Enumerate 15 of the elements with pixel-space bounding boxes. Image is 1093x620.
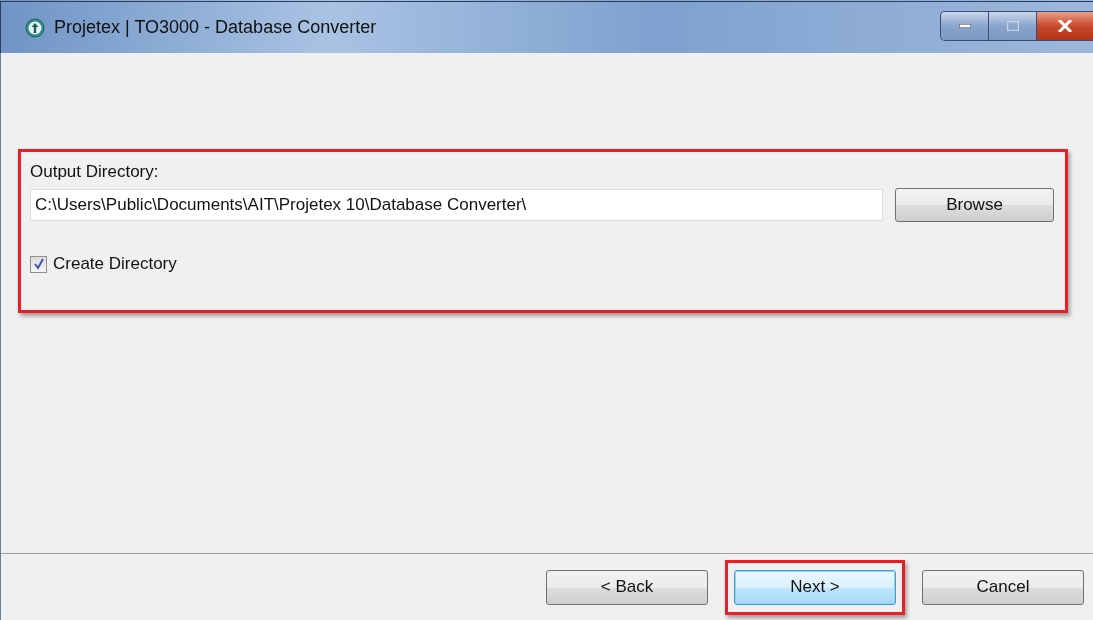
browse-button[interactable]: Browse [895,188,1054,222]
output-directory-label: Output Directory: [30,162,160,182]
window-title: Projetex | TO3000 - Database Converter [54,17,377,38]
create-directory-label: Create Directory [53,254,177,274]
maximize-button[interactable] [989,12,1037,40]
output-directory-field[interactable]: C:\Users\Public\Documents\AIT\Projetex 10\Database Converter\ [30,189,883,221]
wizard-button[interactable]: < Back [546,569,708,605]
wizard-button[interactable]: Next > [734,569,896,605]
minimize-icon [958,24,971,28]
create-directory-checkbox[interactable] [30,255,47,273]
maximize-icon [1006,21,1019,31]
close-button[interactable] [1037,12,1093,40]
close-icon [1058,20,1072,32]
minimize-button[interactable] [941,12,989,40]
wizard-button[interactable]: Cancel [922,569,1084,605]
